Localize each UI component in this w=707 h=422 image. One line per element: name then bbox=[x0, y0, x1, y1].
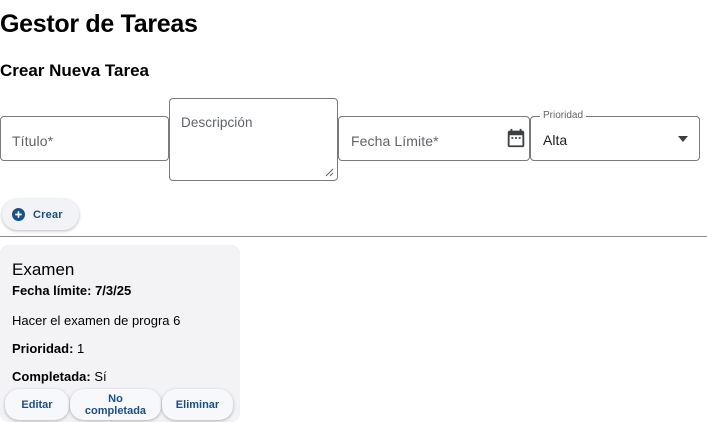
create-button-label: Crear bbox=[33, 208, 63, 221]
task-card: Examen Fecha límite: 7/3/25 Hacer el exa… bbox=[0, 245, 240, 422]
create-task-heading: Crear Nueva Tarea bbox=[0, 61, 149, 80]
task-completed-label: Completada: bbox=[12, 369, 91, 384]
task-due-date: Fecha límite: 7/3/25 bbox=[12, 283, 132, 298]
task-description: Hacer el examen de progra 6 bbox=[12, 313, 181, 328]
due-date-placeholder: Fecha Límite* bbox=[351, 133, 439, 149]
description-placeholder: Descripción bbox=[181, 115, 253, 130]
not-completed-label-line1: No bbox=[108, 392, 123, 405]
delete-button[interactable]: Eliminar bbox=[162, 389, 233, 420]
task-title: Examen bbox=[12, 260, 75, 279]
calendar-icon[interactable] bbox=[505, 127, 527, 149]
not-completed-label-line2: completada bbox=[84, 404, 147, 417]
task-priority: Prioridad: 1 bbox=[12, 341, 84, 356]
description-field[interactable]: Descripción bbox=[169, 98, 338, 181]
task-completed: Completada: Sí bbox=[12, 369, 107, 384]
task-priority-value: 1 bbox=[77, 341, 85, 356]
mark-not-completed-button[interactable]: No completada bbox=[70, 389, 161, 420]
resize-grip-icon[interactable] bbox=[324, 167, 334, 177]
priority-select[interactable]: Prioridad Alta bbox=[530, 110, 700, 161]
priority-label: Prioridad bbox=[540, 110, 587, 121]
page-title: Gestor de Tareas bbox=[0, 10, 198, 38]
due-date-field[interactable]: Fecha Límite* bbox=[338, 116, 530, 161]
task-completed-value: Sí bbox=[94, 369, 107, 384]
divider bbox=[0, 236, 707, 237]
chevron-down-icon bbox=[678, 136, 688, 142]
plus-circle-icon bbox=[12, 208, 25, 221]
title-placeholder: Título* bbox=[12, 133, 54, 149]
edit-button[interactable]: Editar bbox=[5, 389, 69, 420]
task-priority-label: Prioridad: bbox=[12, 341, 74, 356]
title-field[interactable]: Título* bbox=[0, 116, 169, 161]
create-button[interactable]: Crear bbox=[2, 199, 79, 230]
priority-value: Alta bbox=[543, 132, 568, 148]
